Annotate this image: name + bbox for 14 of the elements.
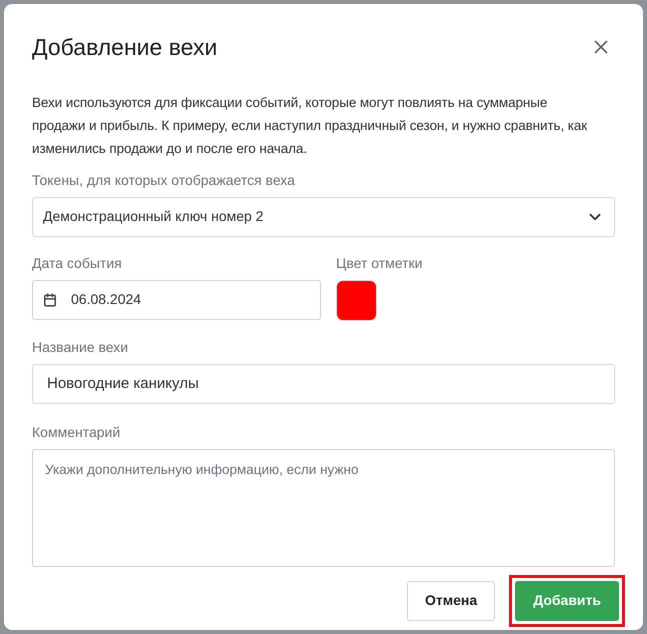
color-swatch[interactable]	[336, 280, 377, 320]
name-field[interactable]: Новогодние каникулы	[32, 364, 615, 404]
dialog-title: Добавление вехи	[32, 33, 218, 62]
calendar-icon	[43, 292, 57, 306]
cancel-button[interactable]: Отмена	[407, 580, 496, 620]
field-label: Токены, для которых отображается веха	[32, 170, 296, 190]
tokens-dropdown[interactable]: Демонстрационный ключ номер 2	[32, 196, 615, 236]
date-field[interactable]: 06.08.2024	[32, 280, 321, 320]
field-label: Комментарий	[32, 422, 122, 442]
field-label: Цвет отметки	[336, 254, 422, 273]
description-text: Вехи используются для фиксации событий, которые могут повлиять на суммарные продажи и прибыль. К примеру, если наступил праздничный сезон, и нужно сравнить, как изменились продажи до и после его начала.	[32, 94, 588, 158]
field-label: Название вехи	[32, 338, 130, 356]
comment-field[interactable]: Укажи дополнительную информацию, если нужно	[32, 448, 615, 566]
field-label: Дата события	[32, 254, 123, 273]
